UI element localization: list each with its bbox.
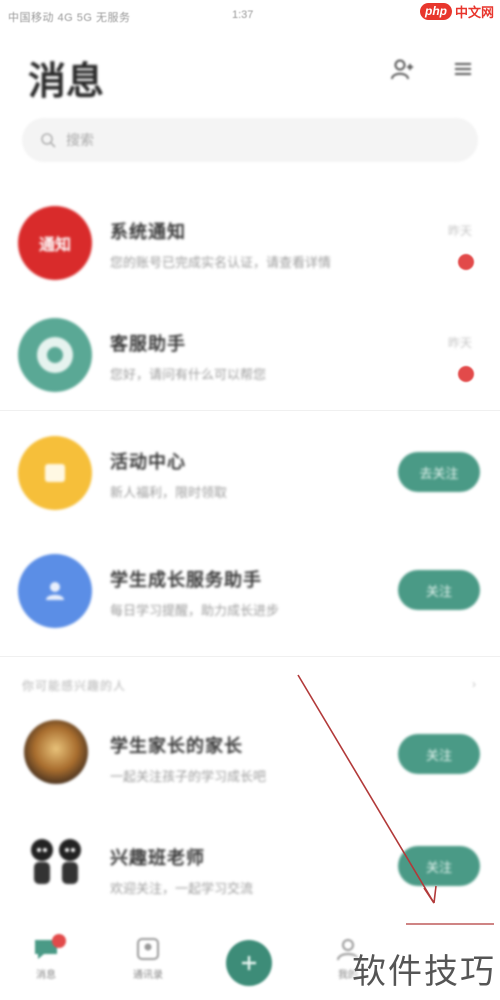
watermark-site-text: 中文网 [454,5,494,20]
nav-item-messages[interactable]: 消息 [26,934,66,992]
footer-watermark: 软件技巧 [352,953,496,991]
follow-button[interactable]: 关注 [398,846,480,886]
cartoon-figures-icon [31,839,81,884]
conversation-title: 活动中心 [110,452,186,472]
suggestion-title: 学生家长的家长 [110,736,243,756]
gift-icon [45,464,65,482]
conversation-time: 昨天 [447,336,472,350]
status-bar: 中国移动 4G 5G 无服务 1:37 php 中文网 [0,0,500,34]
avatar [18,318,92,392]
avatar [24,832,88,896]
person-add-icon[interactable] [388,56,418,82]
compose-button[interactable] [226,940,272,986]
php-logo: php [419,3,452,20]
conversation-item[interactable]: 活动中心 新人福利，限时领取 去关注 [0,416,500,528]
clock-text: 1:37 [232,9,254,21]
conversation-subtitle: 您好，请问有什么可以帮您 [110,367,267,382]
avatar [18,554,92,628]
conversation-item[interactable]: 客服助手 您好，请问有什么可以帮您 昨天 [0,300,500,412]
avatar [18,436,92,510]
unread-badge [458,254,474,270]
conversation-item[interactable]: 学生成长服务助手 每日学习提醒，助力成长进步 关注 [0,534,500,646]
page-title: 消息 [28,61,105,103]
chevron-right-icon[interactable]: › [472,677,476,691]
follow-button[interactable]: 关注 [398,570,480,610]
site-watermark: php 中文网 [419,2,494,21]
suggestion-item[interactable]: 学生家长的家长 一起关注孩子的学习成长吧 关注 [0,700,500,812]
carrier-text: 中国移动 4G 5G 无服务 [8,12,131,24]
student-icon [46,582,64,600]
nav-label: 消息 [36,970,56,981]
contacts-icon [137,938,159,960]
conversation-title: 系统通知 [110,222,186,242]
divider [0,410,500,411]
search-input[interactable]: 搜索 [22,118,478,162]
conversation-title: 客服助手 [110,334,186,354]
compass-icon [37,337,73,373]
follow-button[interactable]: 关注 [398,734,480,774]
menu-icon[interactable] [448,56,478,82]
search-placeholder: 搜索 [66,132,94,148]
follow-button[interactable]: 去关注 [398,452,480,492]
search-icon [41,133,56,148]
suggestion-subtitle: 欢迎关注，一起学习交流 [110,881,254,896]
suggestion-subtitle: 一起关注孩子的学习成长吧 [110,769,267,784]
nav-label: 通讯录 [133,970,163,981]
compose-icon [242,956,256,970]
conversation-title: 学生成长服务助手 [110,570,262,590]
divider [0,656,500,657]
avatar-text: 通知 [38,237,71,254]
suggestion-title: 兴趣班老师 [110,848,205,868]
nav-item-contacts[interactable]: 通讯录 [128,936,168,992]
suggestion-item[interactable]: 兴趣班老师 欢迎关注，一起学习交流 关注 [0,814,500,926]
unread-badge [458,366,474,382]
conversation-time: 昨天 [447,224,472,238]
avatar [24,720,88,784]
conversation-item[interactable]: 通知 系统通知 您的账号已完成实名认证，请查看详情 昨天 [0,188,500,300]
conversation-subtitle: 新人福利，限时领取 [110,485,228,500]
avatar: 通知 [18,206,92,280]
conversation-subtitle: 每日学习提醒，助力成长进步 [110,603,280,618]
section-label: 你可能感兴趣的人 [22,679,127,693]
conversation-subtitle: 您的账号已完成实名认证，请查看详情 [110,255,332,270]
nav-badge [52,934,66,948]
